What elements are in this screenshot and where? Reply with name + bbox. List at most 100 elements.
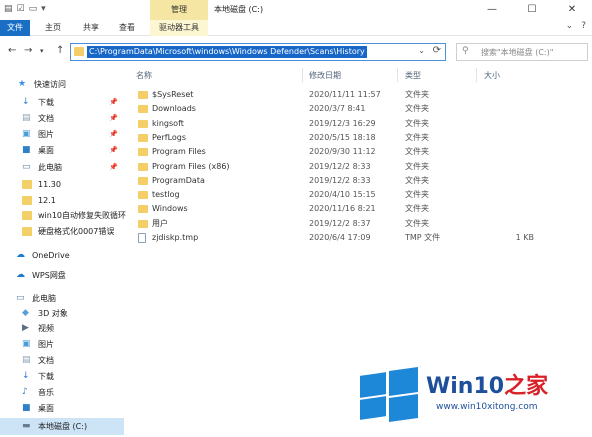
search-box[interactable]: ⚲ 搜索"本地磁盘 (C:)": [456, 43, 588, 61]
minimize-button[interactable]: —: [472, 0, 512, 20]
nav-item-label: 文档: [38, 114, 54, 123]
nav-item-label: OneDrive: [32, 251, 70, 260]
file-date-modified: 2019/12/2 8:33: [309, 161, 371, 171]
column-divider[interactable]: [476, 68, 477, 82]
nav-item[interactable]: ■ 桌面: [0, 400, 124, 417]
pin-icon: 📌: [109, 163, 118, 171]
file-row[interactable]: ProgramData 2019/12/2 8:33 文件夹: [124, 174, 592, 188]
desktop-icon: ■: [22, 145, 31, 155]
file-date-modified: 2020/6/4 17:09: [309, 233, 371, 242]
file-date-modified: 2020/4/10 15:15: [309, 190, 376, 200]
file-date-modified: 2020/11/16 8:21: [309, 204, 376, 214]
file-name: 用户: [152, 218, 168, 228]
nav-item-label: 图片: [38, 130, 54, 139]
column-type[interactable]: 类型: [405, 70, 421, 81]
file-type: 文件夹: [405, 175, 429, 185]
video-icon: ▶: [22, 323, 29, 333]
file-name: Program Files (x86): [152, 161, 230, 171]
file-row[interactable]: $SysReset 2020/11/11 11:57 文件夹: [124, 88, 592, 102]
forward-arrow-icon[interactable]: →: [24, 45, 32, 56]
nav-item[interactable]: ▤ 文档: [0, 352, 124, 369]
column-size[interactable]: 大小: [484, 70, 500, 81]
nav-item[interactable]: 硬盘格式化0007错误: [0, 223, 124, 240]
file-date-modified: 2020/5/15 18:18: [309, 132, 376, 142]
file-row[interactable]: Program Files 2020/9/30 11:12 文件夹: [124, 145, 592, 159]
nav-item[interactable]: ▤ 文档 📌: [0, 110, 124, 127]
nav-item[interactable]: ▶ 视频: [0, 320, 124, 337]
nav-item[interactable]: 11.30: [0, 176, 124, 193]
picture-icon: ▣: [22, 339, 31, 349]
properties-icon[interactable]: ☑: [17, 4, 25, 14]
tab-share[interactable]: 共享: [76, 20, 106, 36]
column-divider[interactable]: [397, 68, 398, 82]
document-icon: ▤: [22, 355, 31, 365]
column-divider[interactable]: [302, 68, 303, 82]
nav-item[interactable]: ★ 快速访问: [0, 76, 124, 93]
file-row[interactable]: Downloads 2020/3/7 8:41 文件夹: [124, 102, 592, 116]
nav-item[interactable]: ▬ 本地磁盘 (C:): [0, 418, 124, 435]
file-name: Windows: [152, 204, 188, 214]
file-row[interactable]: testlog 2020/4/10 15:15 文件夹: [124, 188, 592, 202]
file-type: 文件夹: [405, 118, 429, 128]
customize-toolbar-icon[interactable]: ▾: [41, 4, 46, 14]
picture-icon: ▣: [22, 129, 31, 139]
folder-icon: [74, 47, 84, 56]
tab-home[interactable]: 主页: [38, 20, 68, 36]
nav-item[interactable]: ▭ 此电脑 📌: [0, 159, 124, 176]
close-button[interactable]: ✕: [552, 0, 592, 20]
nav-item[interactable]: win10自动修复失败循环: [0, 207, 126, 224]
recent-locations-icon[interactable]: ▾: [40, 47, 44, 55]
file-type: 文件夹: [405, 132, 429, 142]
nav-item[interactable]: ♪ 音乐: [0, 384, 124, 401]
nav-item[interactable]: ↓ 下载: [0, 368, 124, 385]
address-path[interactable]: C:\ProgramData\Microsoft\windows\Windows…: [87, 46, 367, 58]
refresh-icon[interactable]: ⟳: [433, 45, 441, 56]
nav-item[interactable]: ▣ 图片: [0, 336, 124, 353]
file-row[interactable]: Program Files (x86) 2019/12/2 8:33 文件夹: [124, 160, 592, 174]
column-name[interactable]: 名称: [136, 70, 152, 81]
address-row: ← → ▾ ↑ C:\ProgramData\Microsoft\windows…: [0, 36, 592, 66]
file-type: 文件夹: [405, 104, 429, 114]
computer-icon: ▭: [22, 162, 31, 172]
watermark-brand-accent: 之家: [504, 374, 549, 399]
file-name: Downloads: [152, 104, 196, 114]
star-icon: ★: [18, 79, 27, 89]
up-arrow-icon[interactable]: ↑: [56, 45, 64, 56]
new-folder-icon[interactable]: ▭: [29, 4, 38, 14]
nav-item[interactable]: ↓ 下载 📌: [0, 94, 124, 111]
file-type: 文件夹: [405, 190, 429, 200]
file-type: 文件夹: [405, 161, 429, 171]
folder-icon: [138, 191, 148, 200]
nav-item[interactable]: ■ 桌面 📌: [0, 142, 124, 159]
watermark: Win10之家 www.win10xitong.com: [360, 364, 584, 430]
ribbon-tabs: 文件 主页 共享 查看 驱动器工具 ⌄ ?: [0, 20, 592, 36]
file-row[interactable]: Windows 2020/11/16 8:21 文件夹: [124, 202, 592, 216]
file-name: Program Files: [152, 147, 206, 157]
watermark-brand-main: Win10: [426, 374, 505, 399]
file-row[interactable]: PerfLogs 2020/5/15 18:18 文件夹: [124, 131, 592, 145]
pin-icon: 📌: [109, 98, 118, 106]
maximize-button[interactable]: ☐: [512, 0, 552, 20]
column-date-modified[interactable]: 修改日期: [309, 70, 341, 81]
nav-item[interactable]: ▣ 图片 📌: [0, 126, 124, 143]
file-row[interactable]: zjdiskp.tmp 2020/6/4 17:09 TMP 文件 1 KB: [124, 231, 592, 245]
tab-view[interactable]: 查看: [112, 20, 142, 36]
back-arrow-icon[interactable]: ←: [8, 45, 16, 56]
tab-drive-tools[interactable]: 驱动器工具: [150, 20, 208, 36]
pin-icon: 📌: [109, 146, 118, 154]
file-row[interactable]: kingsoft 2019/12/3 16:29 文件夹: [124, 117, 592, 131]
file-type: 文件夹: [405, 204, 429, 214]
address-dropdown-icon[interactable]: ⌄: [418, 46, 425, 55]
file-row[interactable]: 用户 2019/12/2 8:37 文件夹: [124, 217, 592, 231]
search-icon: ⚲: [462, 46, 469, 56]
help-icon[interactable]: ?: [581, 21, 586, 31]
quick-access-toolbar: ▤ ☑ ▭ ▾: [4, 4, 46, 14]
search-placeholder: 搜索"本地磁盘 (C:)": [481, 48, 554, 57]
tab-file[interactable]: 文件: [0, 20, 30, 36]
address-bar[interactable]: C:\ProgramData\Microsoft\windows\Windows…: [70, 43, 446, 61]
ribbon-expand-icon[interactable]: ⌄: [566, 21, 574, 31]
nav-item-label: 下载: [38, 98, 54, 107]
nav-item-label: 音乐: [38, 388, 54, 397]
nav-item[interactable]: ☁ OneDrive: [0, 247, 124, 264]
nav-item[interactable]: ☁ WPS网盘: [0, 267, 124, 284]
